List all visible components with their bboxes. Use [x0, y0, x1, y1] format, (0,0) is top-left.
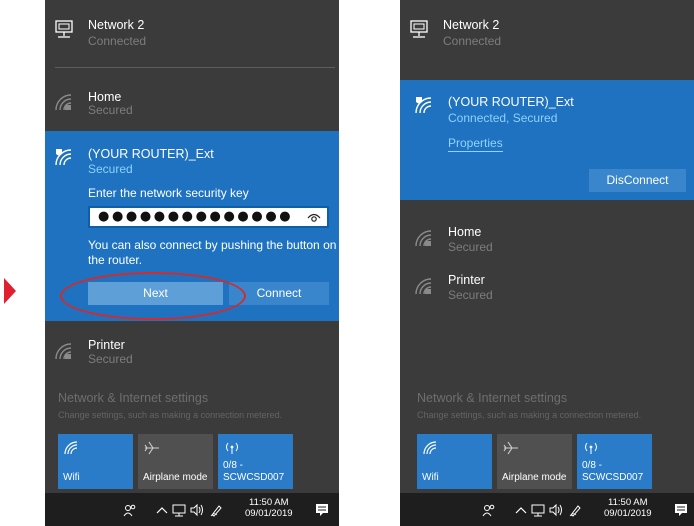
pointer-arrow-icon	[4, 278, 16, 304]
disconnect-button[interactable]: DisConnect	[589, 169, 686, 192]
network-item-your-router-connected[interactable]: (YOUR ROUTER)_Ext Connected, Secured Pro…	[400, 80, 694, 200]
wifi-icon	[64, 441, 78, 455]
mobile-hotspot-icon	[226, 442, 238, 454]
network-status: Secured	[88, 103, 133, 117]
tile-label: SCWCSD007	[582, 472, 644, 483]
network-name: (YOUR ROUTER)_Ext	[448, 95, 574, 109]
taskbar: 11:50 AM 09/01/2019	[400, 493, 694, 526]
network-name: Network 2	[88, 18, 145, 32]
tile-label-top: 0/8 -	[582, 460, 603, 471]
clock-date: 09/01/2019	[245, 508, 293, 519]
network-item-network-2[interactable]: Network 2 Connected	[45, 18, 339, 54]
ethernet-monitor-icon	[410, 20, 428, 38]
network-item-network-2[interactable]: Network 2 Connected	[400, 18, 694, 54]
notification-icon[interactable]	[674, 503, 688, 517]
push-button-message: You can also connect by pushing the butt…	[88, 238, 337, 267]
network-status: Connected	[443, 34, 502, 48]
chevron-up-icon[interactable]	[155, 503, 169, 517]
wifi-shield-icon	[55, 149, 72, 166]
speaker-icon[interactable]	[549, 503, 563, 517]
tile-label-top: 0/8 -	[223, 460, 244, 471]
wifi-tile[interactable]: Wifi	[58, 434, 133, 489]
network-name: Home	[88, 90, 122, 104]
clock-time: 11:50 AM	[249, 497, 289, 508]
pen-icon[interactable]	[210, 503, 224, 517]
network-flyout-right: Network 2 Connected (YOUR ROUTER)_Ext Co…	[400, 0, 694, 526]
speaker-icon[interactable]	[190, 503, 204, 517]
network-name: Home	[448, 225, 482, 239]
security-key-input[interactable]: ●●●●●●●●●●●●●●	[88, 206, 329, 228]
wifi-tile[interactable]: Wifi	[417, 434, 492, 489]
tile-label: Airplane mode	[502, 472, 567, 483]
network-item-home[interactable]: Home Secured	[400, 225, 694, 261]
network-status: Connected, Secured	[448, 111, 558, 125]
airplane-mode-tile[interactable]: Airplane mode	[138, 434, 213, 489]
taskbar-clock[interactable]: 11:50 AM 09/01/2019	[245, 497, 293, 519]
airplane-icon	[144, 441, 159, 455]
people-icon[interactable]	[482, 503, 496, 517]
network-item-home[interactable]: Home Secured	[45, 90, 339, 126]
network-name: (YOUR ROUTER)_Ext	[88, 147, 214, 161]
network-status: Secured	[88, 162, 133, 176]
airplane-mode-tile[interactable]: Airplane mode	[497, 434, 572, 489]
wifi-icon	[423, 441, 437, 455]
network-settings-subtitle: Change settings, such as making a connec…	[58, 410, 283, 420]
chevron-up-icon[interactable]	[514, 503, 528, 517]
wifi-lock-icon	[55, 343, 72, 360]
network-status: Secured	[448, 288, 493, 302]
mobile-hotspot-icon	[585, 442, 597, 454]
network-name: Printer	[88, 338, 125, 352]
highlight-ring	[60, 272, 246, 320]
network-name: Printer	[448, 273, 485, 287]
clock-date: 09/01/2019	[604, 508, 652, 519]
divider	[55, 67, 335, 68]
network-item-printer[interactable]: Printer Secured	[400, 273, 694, 309]
tile-label: SCWCSD007	[223, 472, 285, 483]
network-status: Secured	[448, 240, 493, 254]
tile-label: Airplane mode	[143, 472, 208, 483]
wifi-lock-icon	[55, 94, 72, 111]
tile-label: Wifi	[422, 472, 439, 483]
airplane-icon	[503, 441, 518, 455]
password-value: ●●●●●●●●●●●●●●	[98, 209, 294, 224]
tile-label: Wifi	[63, 472, 80, 483]
notification-icon[interactable]	[315, 503, 329, 517]
people-icon[interactable]	[123, 503, 137, 517]
clock-time: 11:50 AM	[608, 497, 648, 508]
network-settings-link[interactable]: Network & Internet settings	[417, 391, 567, 405]
network-flyout-left: Network 2 Connected Home Secured (YOUR R…	[45, 0, 339, 526]
security-key-label: Enter the network security key	[88, 186, 249, 200]
ethernet-monitor-icon	[55, 20, 73, 38]
ethernet-monitor-icon[interactable]	[531, 503, 545, 517]
properties-link[interactable]: Properties	[448, 136, 503, 152]
taskbar-clock[interactable]: 11:50 AM 09/01/2019	[604, 497, 652, 519]
wifi-shield-icon	[415, 97, 432, 114]
network-settings-link[interactable]: Network & Internet settings	[58, 391, 208, 405]
wifi-lock-icon	[415, 278, 432, 295]
mobile-hotspot-tile[interactable]: 0/8 - SCWCSD007	[577, 434, 652, 489]
ethernet-monitor-icon[interactable]	[172, 503, 186, 517]
network-name: Network 2	[443, 18, 500, 32]
network-settings-subtitle: Change settings, such as making a connec…	[417, 410, 642, 420]
network-item-printer[interactable]: Printer Secured	[45, 338, 339, 374]
wifi-lock-icon	[415, 230, 432, 247]
reveal-password-icon[interactable]	[307, 212, 321, 223]
taskbar: 11:50 AM 09/01/2019	[45, 493, 339, 526]
network-status: Secured	[88, 352, 133, 366]
network-status: Connected	[88, 34, 147, 48]
mobile-hotspot-tile[interactable]: 0/8 - SCWCSD007	[218, 434, 293, 489]
pen-icon[interactable]	[569, 503, 583, 517]
